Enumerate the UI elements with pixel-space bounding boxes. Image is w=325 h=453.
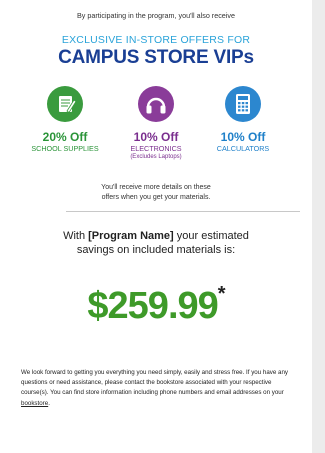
- footer-body: We look forward to getting you everythin…: [21, 369, 289, 397]
- offer-percent: 10% Off: [133, 130, 179, 144]
- offer-note: (Excludes Laptops): [130, 154, 182, 160]
- page-edge: [312, 0, 325, 453]
- savings-amount: $259.99*: [0, 283, 312, 328]
- details-line-2: offers when you get your materials.: [101, 194, 211, 201]
- section-divider: [66, 211, 300, 212]
- savings-asterisk: *: [217, 283, 226, 305]
- savings-line-2: savings on included materials is:: [76, 244, 236, 256]
- savings-heading: With [Program Name] your estimated savin…: [0, 229, 312, 257]
- offer-school-supplies: 20% Off SCHOOL SUPPLIES: [20, 86, 110, 153]
- headphones-icon: [138, 86, 174, 122]
- offer-category: CALCULATORS: [216, 144, 270, 153]
- bookstore-link[interactable]: bookstore: [21, 400, 48, 407]
- intro-text: By participating in the program, you'll …: [77, 11, 235, 20]
- offer-percent: 10% Off: [220, 130, 266, 144]
- offer-percent: 20% Off: [42, 130, 88, 144]
- offer-electronics: 10% Off ELECTRONICS (Excludes Laptops): [111, 86, 201, 161]
- email-page: By participating in the program, you'll …: [0, 0, 312, 453]
- savings-amount-value: $259.99: [87, 285, 218, 327]
- notebook-pencil-icon: [47, 86, 83, 122]
- headline-exclusive-offers: EXCLUSIVE IN-STORE OFFERS FOR: [61, 34, 251, 46]
- savings-prefix: With: [63, 230, 86, 242]
- details-line-1: You'll receive more details on these: [101, 184, 211, 191]
- offer-category: SCHOOL SUPPLIES: [31, 144, 99, 153]
- calculator-icon: [225, 86, 261, 122]
- footer-text: We look forward to getting you everythin…: [21, 368, 297, 409]
- headline-campus-store-vips: CAMPUS STORE VIPs: [58, 47, 254, 68]
- offer-details-text: You'll receive more details on these off…: [0, 183, 312, 203]
- savings-line-1: With [Program Name] your estimated: [0, 229, 312, 243]
- savings-suffix: your estimated: [176, 230, 249, 242]
- offer-category: ELECTRONICS: [130, 144, 182, 153]
- program-name: [Program Name]: [88, 230, 174, 242]
- offer-calculators: 10% Off CALCULATORS: [198, 86, 288, 153]
- footer-end: .: [48, 399, 50, 407]
